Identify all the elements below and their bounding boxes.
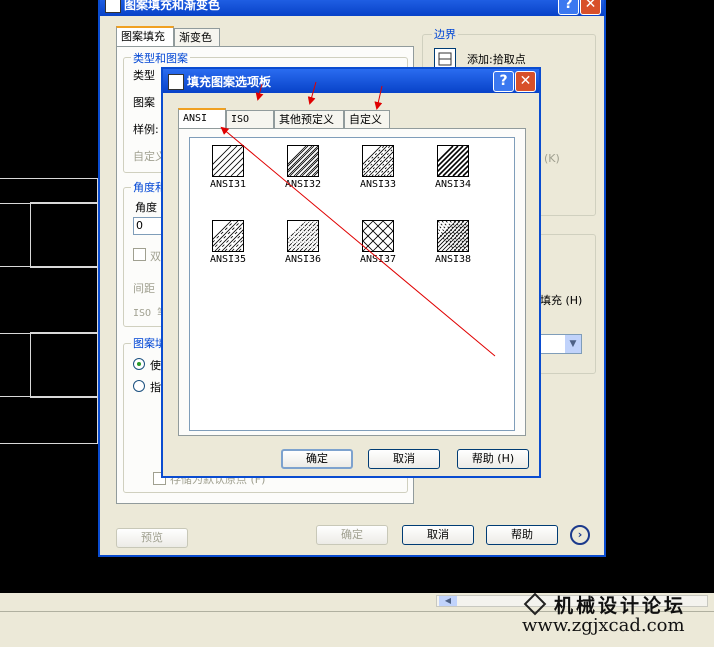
double-checkbox[interactable] (133, 248, 146, 261)
palette-app-icon (168, 74, 184, 90)
pattern-swatch-ansi33[interactable] (350, 145, 427, 177)
pattern-swatch-ansi36[interactable] (275, 220, 343, 252)
pattern-swatch-ansi34[interactable] (422, 145, 499, 177)
pattern-list: ANSI31 ANSI32 ANSI33 ANSI34 ANSI35 ANSI36 ANSI… (189, 137, 515, 431)
scroll-left-icon[interactable]: ◀ (439, 596, 457, 606)
cad-line (30, 332, 98, 398)
palette-tab-panel: ANSI31 ANSI32 ANSI33 ANSI34 ANSI35 ANSI36 ANSI… (178, 128, 526, 436)
cad-line (30, 202, 98, 268)
draw-order-select[interactable]: ▼ (540, 334, 582, 354)
tab-gradient[interactable]: 渐变色 (174, 28, 220, 46)
type-pattern-title: 类型和图案 (131, 50, 190, 66)
pattern-label: ANSI35 (209, 254, 247, 265)
palette-help-icon[interactable]: ? (493, 71, 514, 92)
palette-help-button[interactable]: 帮助 (H) (457, 449, 529, 469)
palette-close-icon[interactable]: ✕ (515, 71, 536, 92)
pattern-swatch-ansi38[interactable] (425, 220, 493, 252)
double-label: 双 (150, 250, 161, 263)
cad-line (0, 396, 98, 444)
origin-specify-radio[interactable] (133, 380, 145, 392)
preview-button[interactable]: 预览 (116, 528, 188, 548)
tab-hatch[interactable]: 图案填充 (116, 26, 174, 46)
status-bar: ◀ 机械设计论坛 www.zgjxcad.com (0, 592, 714, 647)
pattern-swatch-ansi35[interactable] (200, 220, 277, 252)
spacing-label: 间距 (133, 282, 155, 295)
pattern-swatch-ansi31[interactable] (200, 145, 274, 177)
hatch-palette-dialog: 填充图案选项板 ? ✕ ANSI ISO 其他预定义 自定义 ANSI31 ANS… (161, 67, 541, 478)
watermark-name: 机械设计论坛 (554, 595, 687, 617)
cad-line (0, 178, 98, 204)
palette-title: 填充图案选项板 (187, 75, 272, 89)
add-pick-points-label: 添加:拾取点 (467, 53, 526, 66)
angle-label: 角度 (135, 201, 157, 214)
pattern-label: ANSI36 (284, 254, 322, 265)
main-help-button[interactable]: 帮助 (486, 525, 558, 545)
pattern-label: ANSI34 (434, 179, 472, 190)
tab-other-predefined[interactable]: 其他预定义 (274, 110, 344, 128)
origin-use-label: 使 (150, 359, 161, 372)
sample-label: 样例: (133, 123, 159, 136)
main-cancel-button[interactable]: 取消 (402, 525, 474, 545)
pattern-label: ANSI38 (434, 254, 472, 265)
pattern-label: ANSI32 (284, 179, 322, 190)
main-ok-button[interactable]: 确定 (316, 525, 388, 545)
tab-ansi[interactable]: ANSI (178, 108, 226, 128)
origin-use-radio[interactable] (133, 358, 145, 370)
tab-iso[interactable]: ISO (226, 110, 274, 128)
fill-h-label: 填充 (H) (540, 294, 583, 307)
main-close-icon[interactable]: ✕ (580, 0, 601, 15)
app-icon (105, 0, 121, 13)
watermark-url: www.zgjxcad.com (522, 615, 685, 636)
cad-line (0, 266, 98, 334)
main-title: 图案填充和渐变色 (124, 0, 221, 12)
tab-custom[interactable]: 自定义 (344, 110, 390, 128)
pattern-swatch-ansi37[interactable] (342, 220, 424, 252)
more-options-icon[interactable]: › (570, 525, 590, 545)
main-title-bar[interactable]: 图案填充和渐变色 ? ✕ (100, 0, 604, 16)
boundary-title: 边界 (432, 26, 458, 42)
chevron-down-icon[interactable]: ▼ (565, 335, 581, 353)
pattern-label: ANSI31 (209, 179, 247, 190)
main-help-icon[interactable]: ? (558, 0, 579, 15)
remove-k-label: (K) (544, 152, 560, 165)
palette-title-bar[interactable]: 填充图案选项板 ? ✕ (163, 69, 539, 93)
pattern-label: ANSI33 (359, 179, 397, 190)
palette-ok-button[interactable]: 确定 (281, 449, 353, 469)
pattern-label: 图案 (133, 96, 155, 109)
pattern-label: ANSI37 (359, 254, 397, 265)
palette-cancel-button[interactable]: 取消 (368, 449, 440, 469)
type-label: 类型 (133, 69, 155, 82)
origin-specify-label: 指 (150, 381, 161, 394)
pattern-swatch-ansi32[interactable] (275, 145, 351, 177)
